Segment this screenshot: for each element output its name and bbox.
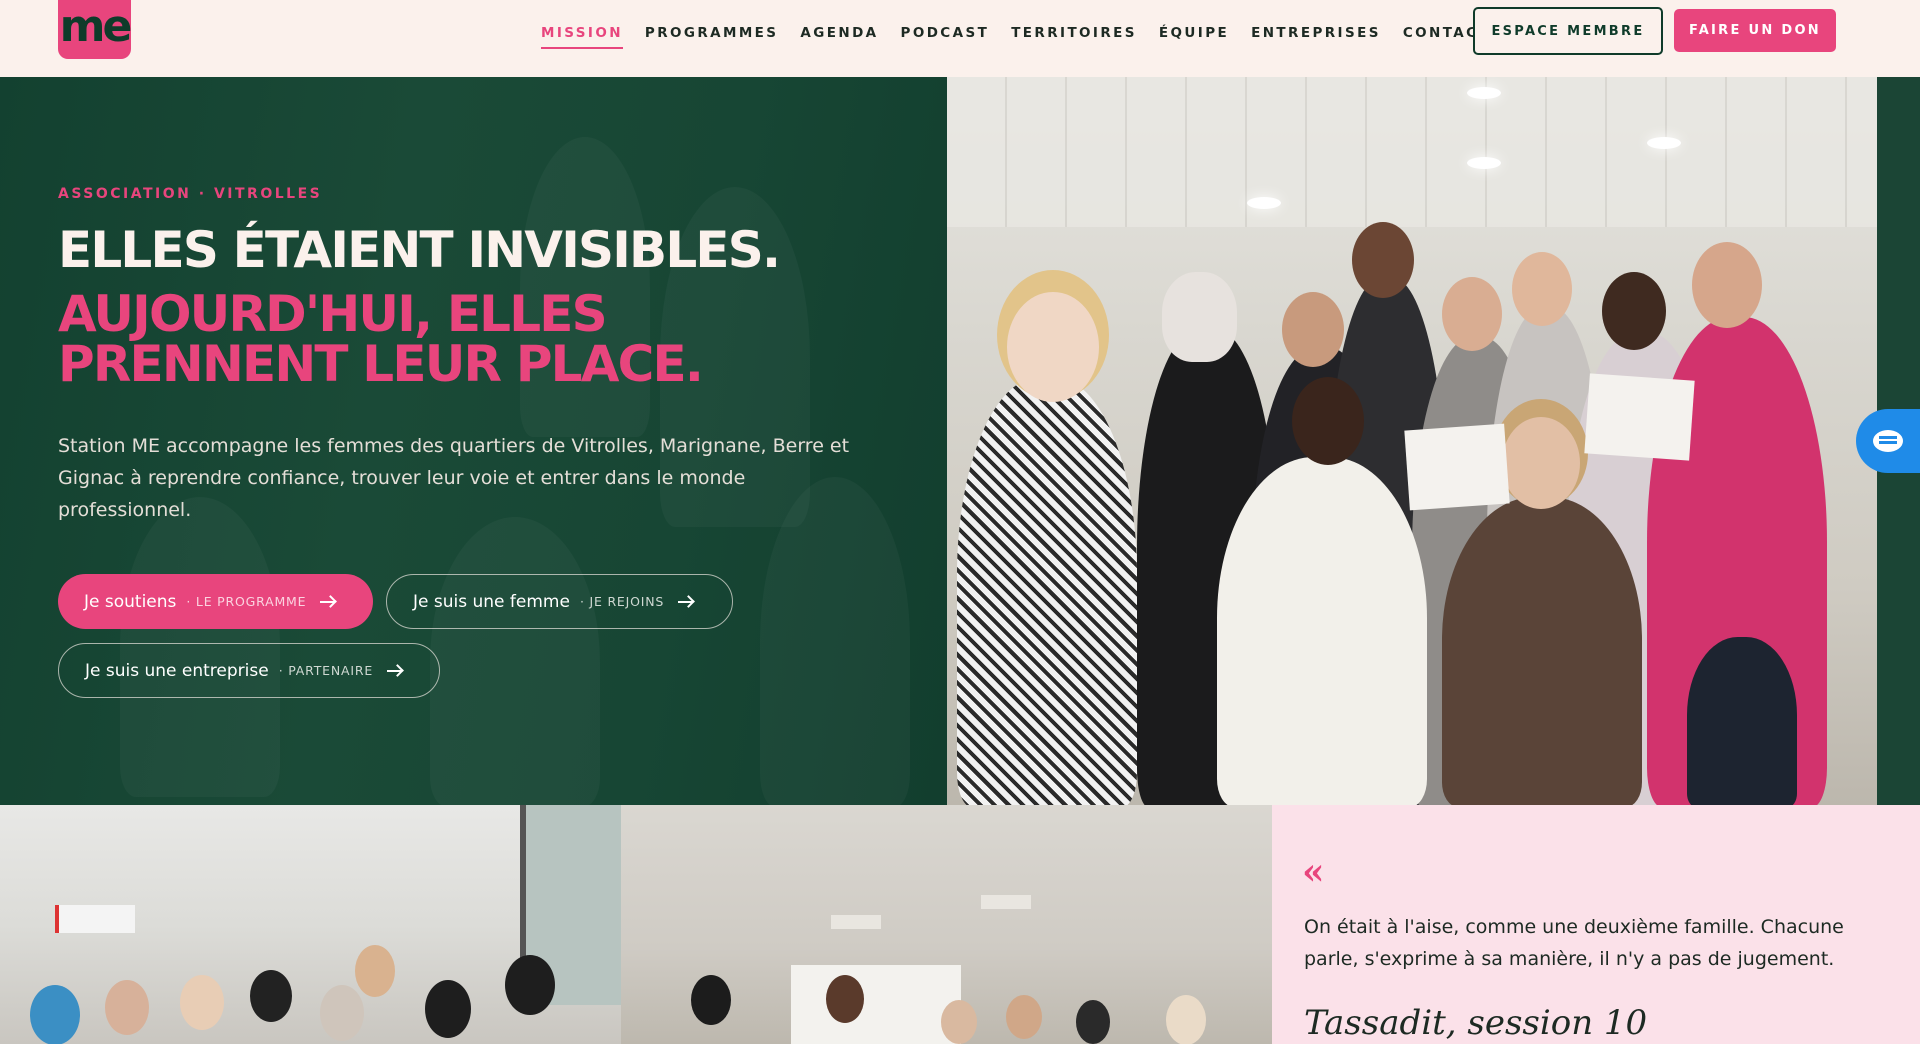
cta-sub-label: · PARTENAIRE — [278, 663, 374, 678]
join-as-woman-button[interactable]: Je suis une femme · JE REJOINS — [386, 574, 733, 629]
person-head — [250, 970, 292, 1022]
person-head — [1692, 242, 1762, 328]
hero-subtitle: AUJOURD'HUI, ELLES PRENNENT LEUR PLACE. — [58, 285, 704, 393]
person-head — [1502, 417, 1580, 509]
person-head — [505, 955, 555, 1015]
donate-button[interactable]: FAIRE UN DON — [1674, 9, 1836, 52]
photo-ceiling — [947, 77, 1877, 227]
certificate — [1584, 373, 1695, 461]
arrow-right-icon — [678, 596, 694, 608]
hero-eyebrow: ASSOCIATION · VITROLLES — [58, 186, 323, 202]
person-head — [941, 1000, 977, 1044]
person-head — [105, 980, 149, 1035]
whiteboard — [791, 965, 961, 1044]
ceiling-vent — [981, 895, 1031, 909]
nav-item-podcast[interactable]: PODCAST — [901, 25, 990, 41]
nav-item-entreprises[interactable]: ENTREPRISES — [1251, 25, 1381, 41]
nav-item-equipe[interactable]: ÉQUIPE — [1159, 25, 1229, 41]
nav-item-mission[interactable]: MISSION — [541, 25, 623, 49]
arrow-right-icon — [320, 596, 336, 608]
person-head — [180, 975, 224, 1030]
person — [1687, 637, 1797, 805]
person-head — [320, 985, 364, 1041]
person-head — [30, 985, 80, 1044]
nav-item-agenda[interactable]: AGENDA — [800, 25, 878, 41]
testimonial-text: On était à l'aise, comme une deuxième fa… — [1304, 916, 1844, 970]
person-head — [1076, 1000, 1110, 1044]
site-header: me MISSION PROGRAMMES AGENDA PODCAST TER… — [0, 0, 1920, 77]
person-head — [1442, 277, 1502, 351]
testimonial-card: « On était à l'aise, comme une deuxième … — [1272, 805, 1920, 1044]
wall-sign — [55, 905, 135, 933]
person-head — [1512, 252, 1572, 326]
nav-item-programmes[interactable]: PROGRAMMES — [645, 25, 779, 41]
logo-text: me — [59, 0, 133, 52]
ceiling-light — [1247, 197, 1281, 209]
arrow-right-icon — [387, 665, 403, 677]
person — [1442, 497, 1642, 805]
person-head — [425, 980, 471, 1038]
session-photo-middle — [621, 805, 1272, 1044]
person — [957, 377, 1137, 805]
person — [1217, 457, 1427, 805]
company-partner-button[interactable]: Je suis une entreprise · PARTENAIRE — [58, 643, 440, 698]
ceiling-light — [1467, 87, 1501, 99]
nav-item-territoires[interactable]: TERRITOIRES — [1011, 25, 1137, 41]
person-head — [826, 975, 864, 1023]
testimonial-author: Tassadit, session 10 — [1304, 1003, 1648, 1043]
ceiling-light — [1647, 137, 1681, 149]
person-head — [1282, 292, 1344, 367]
hand-wave-icon — [1873, 430, 1903, 452]
logo[interactable]: me — [58, 0, 133, 59]
chat-widget-button[interactable] — [1856, 409, 1920, 473]
hero-section: ASSOCIATION · VITROLLES ELLES ÉTAIENT IN… — [0, 77, 1920, 805]
background-silhouette — [430, 517, 600, 805]
person-head — [1006, 995, 1042, 1039]
person-head — [1602, 272, 1666, 350]
quote-mark-icon: « — [1302, 851, 1325, 893]
background-silhouette — [760, 477, 910, 805]
cta-sub-label: · JE REJOINS — [579, 594, 665, 609]
cta-main-label: Je suis une femme — [413, 591, 570, 612]
certificate — [1404, 423, 1510, 511]
ceiling-vent — [831, 915, 881, 929]
cta-sub-label: · LE PROGRAMME — [186, 594, 307, 609]
cta-main-label: Je suis une entreprise — [85, 660, 269, 681]
person-head — [1352, 222, 1414, 298]
hero-group-photo — [947, 77, 1877, 805]
session-photo-left — [0, 805, 621, 1044]
support-program-button[interactable]: Je soutiens · LE PROGRAMME — [58, 574, 373, 629]
person-head — [1007, 292, 1099, 402]
person-head — [355, 945, 395, 997]
person-head — [691, 975, 731, 1025]
ceiling-light — [1467, 157, 1501, 169]
hero-title: ELLES ÉTAIENT INVISIBLES. — [58, 221, 781, 279]
member-space-button[interactable]: ESPACE MEMBRE — [1473, 7, 1663, 55]
person-head — [1166, 995, 1206, 1044]
main-nav: MISSION PROGRAMMES AGENDA PODCAST TERRIT… — [541, 24, 1490, 49]
person-head — [1162, 272, 1237, 362]
hero-text-panel: ASSOCIATION · VITROLLES ELLES ÉTAIENT IN… — [0, 77, 947, 805]
hero-description: Station ME accompagne les femmes des qua… — [58, 435, 850, 521]
cta-main-label: Je soutiens — [84, 591, 177, 612]
person-head — [1292, 377, 1364, 465]
